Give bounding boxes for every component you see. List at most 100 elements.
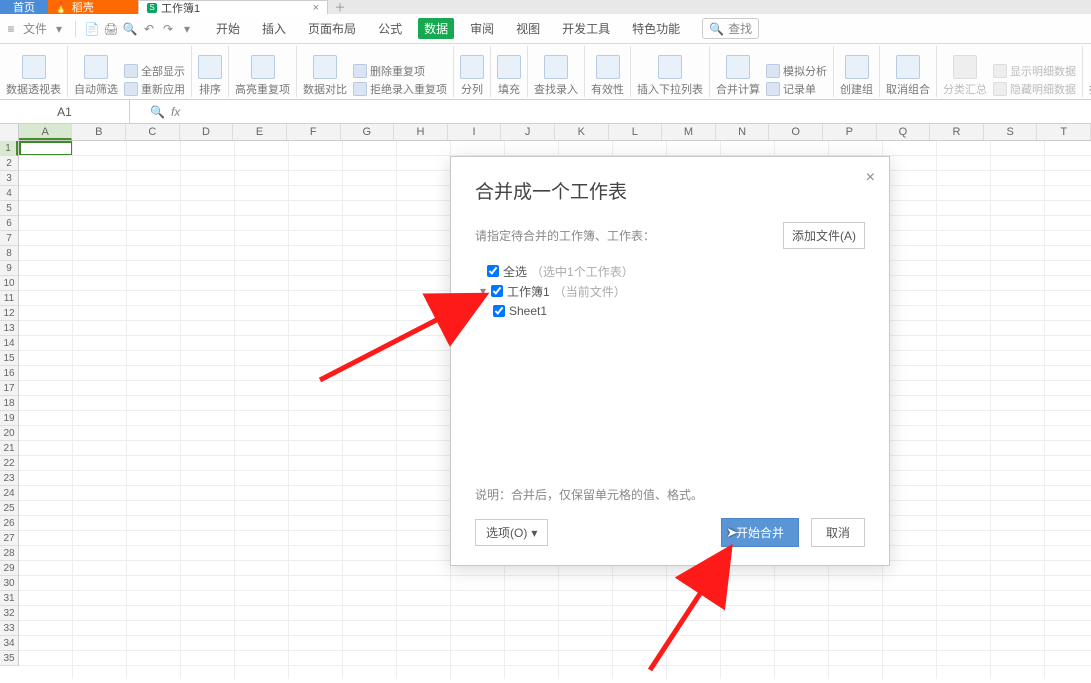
ribbon-record-form[interactable]: 记录单 (766, 81, 827, 97)
row-header-30[interactable]: 30 (0, 576, 18, 591)
row-header-14[interactable]: 14 (0, 336, 18, 351)
row-header-5[interactable]: 5 (0, 201, 18, 216)
col-header-G[interactable]: G (341, 124, 395, 140)
options-button[interactable]: 选项(O)▾ (475, 519, 548, 546)
col-header-I[interactable]: I (448, 124, 502, 140)
file-menu[interactable]: 文件 (23, 20, 47, 37)
save-icon[interactable]: 📄 (85, 22, 99, 36)
row-header-2[interactable]: 2 (0, 156, 18, 171)
ribbon-reapply[interactable]: 重新应用 (124, 81, 185, 97)
row-header-29[interactable]: 29 (0, 561, 18, 576)
col-header-K[interactable]: K (555, 124, 609, 140)
row-header-8[interactable]: 8 (0, 246, 18, 261)
dialog-close-button[interactable]: × (866, 169, 875, 187)
col-header-B[interactable]: B (72, 124, 126, 140)
row-header-27[interactable]: 27 (0, 531, 18, 546)
ribbon-group[interactable]: 创建组 (834, 46, 880, 97)
tree-workbook1[interactable]: ▾ 工作簿1 （当前文件） (475, 281, 865, 301)
row-header-25[interactable]: 25 (0, 501, 18, 516)
consolidate-icon[interactable] (726, 55, 750, 79)
col-header-N[interactable]: N (716, 124, 770, 140)
row-header-10[interactable]: 10 (0, 276, 18, 291)
row-header-12[interactable]: 12 (0, 306, 18, 321)
zoom-icon[interactable]: 🔍 (150, 105, 165, 119)
col-header-A[interactable]: A (19, 124, 73, 140)
ribbon-find-entry[interactable]: 查找录入 (528, 46, 585, 97)
row-header-9[interactable]: 9 (0, 261, 18, 276)
row-header-7[interactable]: 7 (0, 231, 18, 246)
col-header-Q[interactable]: Q (877, 124, 931, 140)
menu-devtools[interactable]: 开发工具 (556, 18, 616, 39)
ribbon-ungroup[interactable]: 取消组合 (880, 46, 937, 97)
menu-page-layout[interactable]: 页面布局 (302, 18, 362, 39)
row-header-11[interactable]: 11 (0, 291, 18, 306)
tab-close-button[interactable]: × (313, 2, 319, 14)
menu-insert[interactable]: 插入 (256, 18, 292, 39)
col-header-E[interactable]: E (233, 124, 287, 140)
column-headers[interactable]: A B C D E F G H I J K L M N O P Q R S T (0, 124, 1091, 141)
tab-daoke[interactable]: 🔥 稻壳 (48, 0, 138, 14)
row-header-18[interactable]: 18 (0, 396, 18, 411)
ribbon-remove-dup[interactable]: 删除重复项 (353, 63, 447, 79)
cancel-button[interactable]: 取消 (811, 518, 865, 547)
subtotal-icon[interactable] (953, 55, 977, 79)
ribbon-fill[interactable]: 填充 (491, 46, 528, 97)
ribbon-sort[interactable]: 排序 (192, 46, 229, 97)
undo-icon[interactable]: ↶ (142, 22, 156, 36)
row-header-1[interactable]: 1 (0, 141, 18, 156)
row-header-31[interactable]: 31 (0, 591, 18, 606)
row-header-4[interactable]: 4 (0, 186, 18, 201)
row-header-15[interactable]: 15 (0, 351, 18, 366)
row-header-28[interactable]: 28 (0, 546, 18, 561)
ribbon-subtotal[interactable]: 分类汇总 (943, 81, 987, 97)
ribbon-dropdown-list[interactable]: 插入下拉列表 (631, 46, 710, 97)
menu-review[interactable]: 审阅 (464, 18, 500, 39)
row-header-16[interactable]: 16 (0, 366, 18, 381)
row-header-22[interactable]: 22 (0, 456, 18, 471)
ribbon-highlight-dup[interactable]: 高亮重复项 (229, 46, 297, 97)
ribbon-split-table[interactable]: 拆分表格 (1083, 46, 1091, 97)
ribbon-consolidate[interactable]: 合并计算 (716, 81, 760, 97)
tree-toggle-icon[interactable]: ▾ (479, 284, 487, 298)
start-merge-button[interactable]: 开始合并 (721, 518, 799, 547)
row-headers[interactable]: 1234567891011121314151617181920212223242… (0, 141, 19, 666)
col-header-L[interactable]: L (609, 124, 663, 140)
tab-home[interactable]: 首页 (0, 0, 48, 14)
col-header-C[interactable]: C (126, 124, 180, 140)
add-file-button[interactable]: 添加文件(A) (783, 222, 865, 249)
col-header-S[interactable]: S (984, 124, 1038, 140)
ribbon-validation[interactable]: 有效性 (585, 46, 631, 97)
row-header-32[interactable]: 32 (0, 606, 18, 621)
checkbox-sheet1[interactable] (493, 305, 505, 317)
fx-icon[interactable]: fx (171, 105, 180, 119)
row-header-6[interactable]: 6 (0, 216, 18, 231)
formula-bar[interactable]: 🔍 fx (130, 105, 1091, 119)
row-header-3[interactable]: 3 (0, 171, 18, 186)
select-all-corner[interactable] (0, 124, 19, 141)
col-header-D[interactable]: D (180, 124, 234, 140)
row-header-23[interactable]: 23 (0, 471, 18, 486)
tree-sheet1[interactable]: Sheet1 (475, 301, 865, 321)
menu-start[interactable]: 开始 (210, 18, 246, 39)
redo-icon[interactable]: ↷ (161, 22, 175, 36)
filter-icon[interactable] (84, 55, 108, 79)
col-header-M[interactable]: M (662, 124, 716, 140)
new-tab-button[interactable]: ＋ (328, 0, 352, 14)
menu-special[interactable]: 特色功能 (626, 18, 686, 39)
checkbox-workbook1[interactable] (491, 285, 503, 297)
menu-data[interactable]: 数据 (418, 18, 454, 39)
col-header-H[interactable]: H (394, 124, 448, 140)
row-header-13[interactable]: 13 (0, 321, 18, 336)
col-header-O[interactable]: O (769, 124, 823, 140)
ribbon-autofilter[interactable]: 自动筛选 (74, 81, 118, 97)
col-header-P[interactable]: P (823, 124, 877, 140)
row-header-35[interactable]: 35 (0, 651, 18, 666)
find-box[interactable]: 🔍 查找 (702, 18, 759, 39)
file-dropdown-icon[interactable]: ▾ (52, 22, 66, 36)
ribbon-split-col[interactable]: 分列 (454, 46, 491, 97)
col-header-F[interactable]: F (287, 124, 341, 140)
preview-icon[interactable]: 🔍 (123, 22, 137, 36)
compare-icon[interactable] (313, 55, 337, 79)
ribbon-reject-dup[interactable]: 拒绝录入重复项 (353, 81, 447, 97)
col-header-R[interactable]: R (930, 124, 984, 140)
